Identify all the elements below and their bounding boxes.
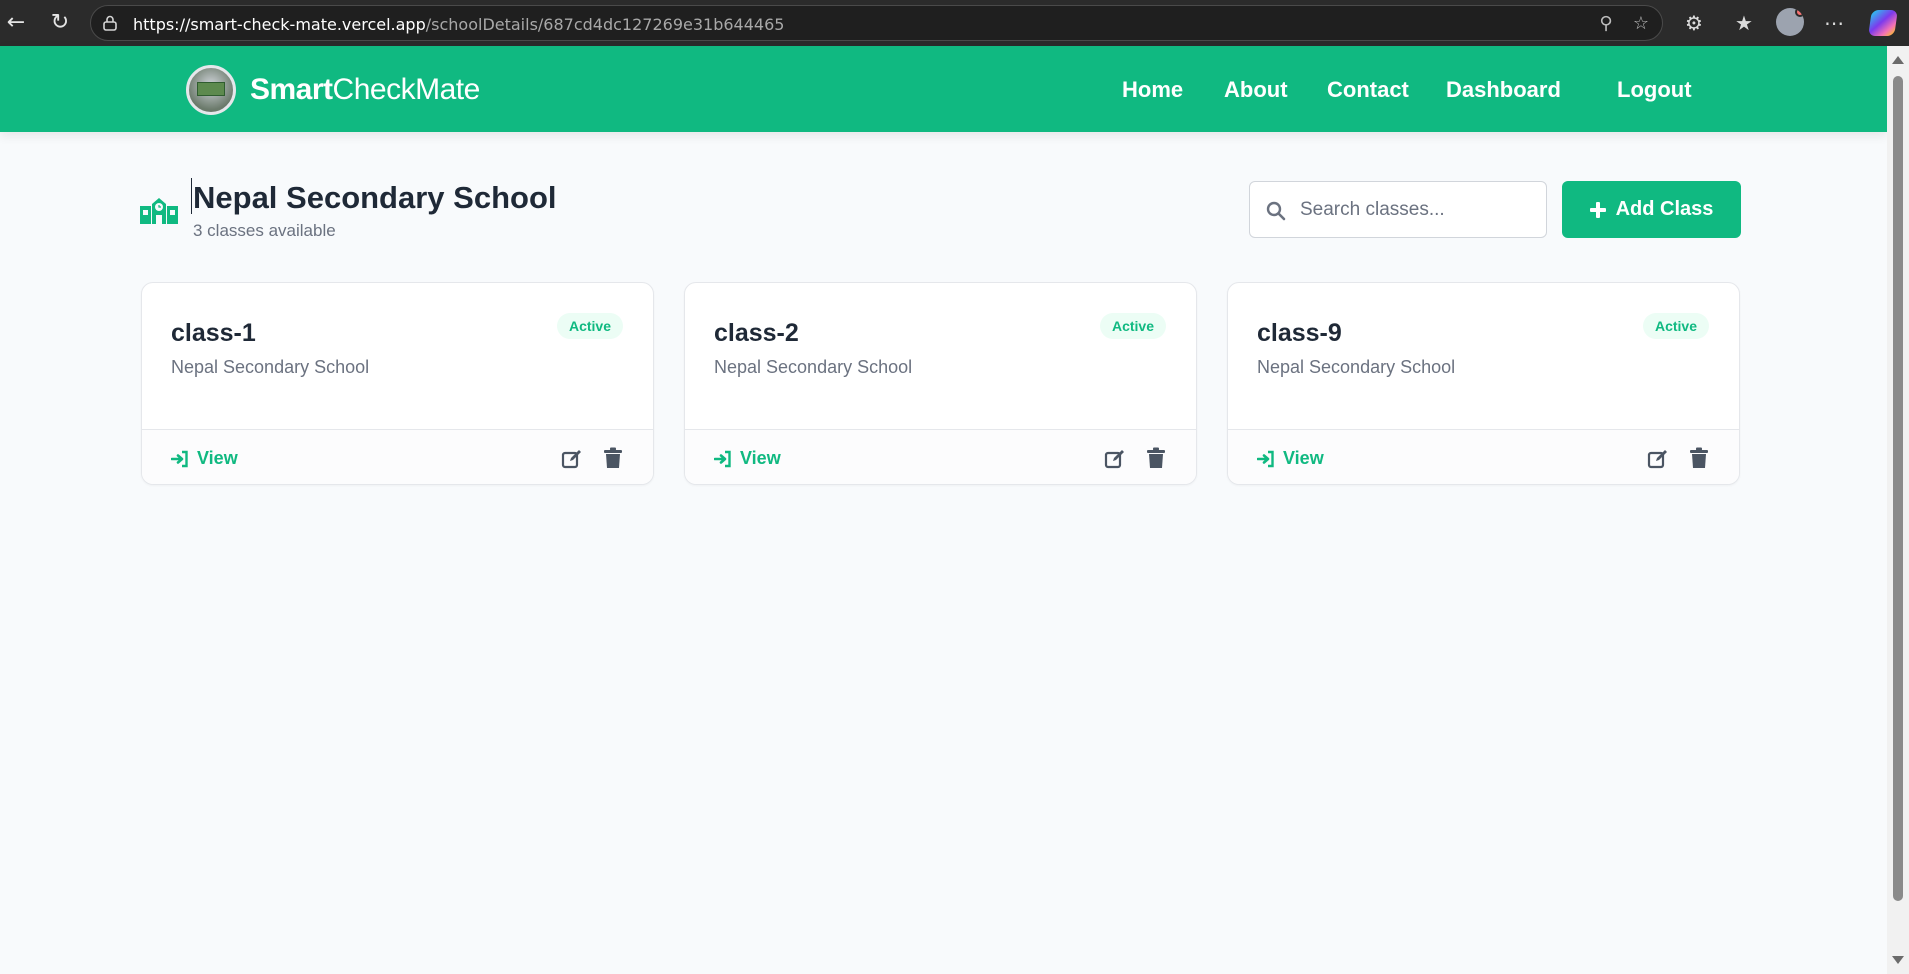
edit-icon[interactable] bbox=[561, 448, 583, 470]
favorite-star-icon[interactable]: ☆ bbox=[1631, 14, 1651, 34]
status-badge: Active bbox=[556, 313, 623, 339]
browser-toolbar: ← ↻ https://smart-check-mate.vercel.app/… bbox=[0, 0, 1909, 46]
profile-avatar[interactable] bbox=[1776, 8, 1804, 36]
app-header: SmartCheckMate Home About Contact Dashbo… bbox=[0, 46, 1887, 132]
url-host: https://smart-check-mate.vercel.app bbox=[133, 15, 426, 34]
scroll-down-arrow-icon[interactable] bbox=[1892, 956, 1904, 964]
class-school: Nepal Secondary School bbox=[171, 357, 370, 377]
back-arrow-icon[interactable]: ← bbox=[2, 9, 30, 37]
search-input[interactable] bbox=[1300, 194, 1530, 226]
add-class-label: Add Class bbox=[1615, 198, 1714, 220]
search-icon bbox=[1266, 201, 1286, 221]
copilot-icon[interactable] bbox=[1868, 10, 1898, 36]
reload-icon[interactable]: ↻ bbox=[46, 9, 74, 37]
edit-icon[interactable] bbox=[1104, 448, 1126, 470]
brand-bold: Smart bbox=[250, 73, 333, 106]
card-footer: View bbox=[142, 429, 653, 484]
nav-contact[interactable]: Contact bbox=[1327, 77, 1409, 103]
brand-light: CheckMate bbox=[332, 73, 481, 106]
extensions-icon[interactable]: ⚙ bbox=[1680, 9, 1708, 37]
class-name: class-9 bbox=[1257, 319, 1342, 347]
edit-icon[interactable] bbox=[1647, 448, 1669, 470]
class-name: class-1 bbox=[171, 319, 256, 347]
view-button[interactable]: View bbox=[171, 448, 238, 469]
nav-dashboard[interactable]: Dashboard bbox=[1446, 77, 1561, 103]
text-cursor bbox=[191, 178, 192, 214]
key-icon[interactable]: ⚲ bbox=[1596, 14, 1616, 34]
sign-in-icon bbox=[171, 450, 188, 467]
class-school: Nepal Secondary School bbox=[714, 357, 913, 377]
card-footer: View bbox=[1228, 429, 1739, 484]
class-card: class-1 Nepal Secondary School Active Vi… bbox=[141, 282, 654, 485]
scroll-up-arrow-icon[interactable] bbox=[1892, 56, 1904, 64]
brand-name[interactable]: SmartCheckMate bbox=[250, 73, 480, 107]
view-label: View bbox=[1283, 448, 1324, 468]
class-count: 3 classes available bbox=[193, 221, 336, 240]
view-button[interactable]: View bbox=[714, 448, 781, 469]
notification-dot bbox=[1795, 8, 1804, 17]
scroll-thumb[interactable] bbox=[1893, 76, 1903, 901]
page-scrollbar[interactable] bbox=[1887, 46, 1909, 974]
address-bar[interactable]: https://smart-check-mate.vercel.app/scho… bbox=[90, 5, 1663, 41]
more-menu-icon[interactable]: ⋯ bbox=[1820, 9, 1848, 37]
view-label: View bbox=[740, 448, 781, 468]
class-name: class-2 bbox=[714, 319, 799, 347]
trash-icon[interactable] bbox=[1146, 447, 1166, 469]
nav-home[interactable]: Home bbox=[1122, 77, 1183, 103]
class-card: class-9 Nepal Secondary School Active Vi… bbox=[1227, 282, 1740, 485]
view-button[interactable]: View bbox=[1257, 448, 1324, 469]
nav-logout[interactable]: Logout bbox=[1617, 77, 1692, 103]
page-title: Nepal Secondary School bbox=[193, 180, 557, 215]
class-school: Nepal Secondary School bbox=[1257, 357, 1456, 377]
status-badge: Active bbox=[1642, 313, 1709, 339]
card-footer: View bbox=[685, 429, 1196, 484]
search-box[interactable] bbox=[1249, 181, 1547, 238]
plus-icon bbox=[1589, 201, 1606, 218]
lock-icon bbox=[103, 15, 117, 31]
trash-icon[interactable] bbox=[603, 447, 623, 469]
view-label: View bbox=[197, 448, 238, 468]
status-badge: Active bbox=[1099, 313, 1166, 339]
favorites-icon[interactable]: ★ bbox=[1730, 9, 1758, 37]
sign-in-icon bbox=[714, 450, 731, 467]
school-logo[interactable] bbox=[186, 65, 236, 115]
nav-about[interactable]: About bbox=[1224, 77, 1288, 103]
class-card: class-2 Nepal Secondary School Active Vi… bbox=[684, 282, 1197, 485]
url-path: /schoolDetails/687cd4dc127269e31b644465 bbox=[425, 15, 785, 34]
school-icon bbox=[140, 198, 178, 224]
add-class-button[interactable]: Add Class bbox=[1562, 181, 1741, 238]
url-text: https://smart-check-mate.vercel.app/scho… bbox=[133, 15, 784, 34]
sign-in-icon bbox=[1257, 450, 1274, 467]
trash-icon[interactable] bbox=[1689, 447, 1709, 469]
